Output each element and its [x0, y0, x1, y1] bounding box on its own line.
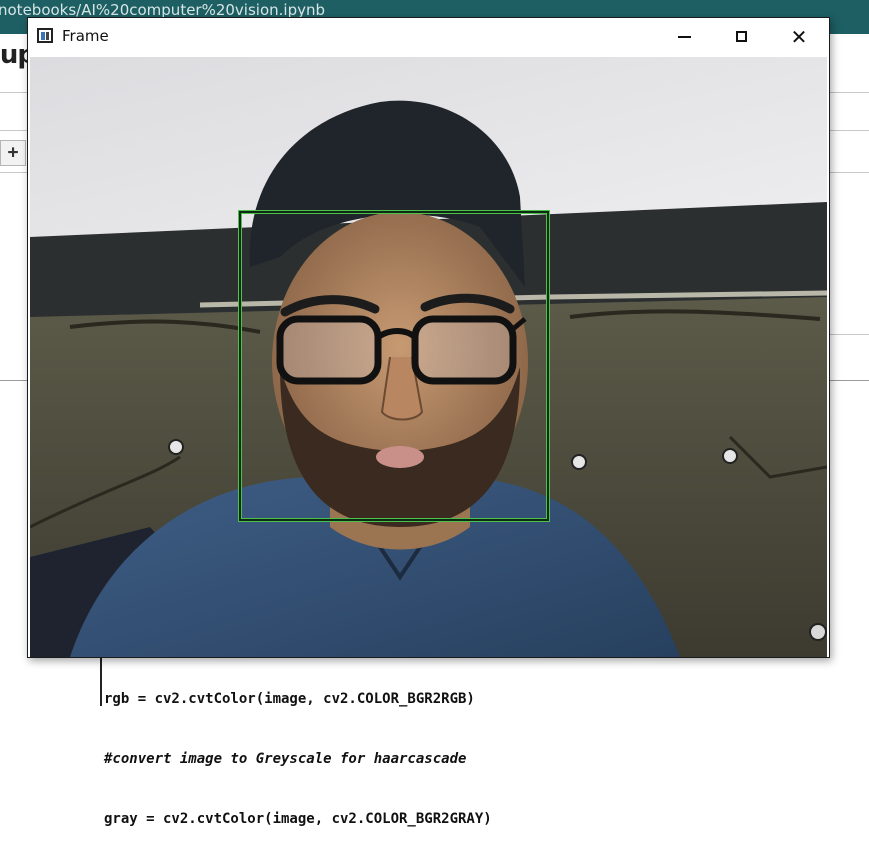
minimize-icon: [677, 35, 691, 38]
app-icon: [37, 28, 53, 43]
code-line: gray = cv2.cvtColor(image, cv2.COLOR_BGR…: [104, 811, 492, 827]
frame-window[interactable]: Frame ✕: [27, 17, 830, 658]
webcam-frame: [30, 57, 827, 657]
window-title: Frame: [62, 27, 109, 45]
code-line: rgb = cv2.cvtColor(image, cv2.COLOR_BGR2…: [104, 691, 475, 707]
code-cell[interactable]: rgb = cv2.cvtColor(image, cv2.COLOR_BGR2…: [104, 649, 804, 849]
close-icon: ✕: [790, 24, 808, 49]
window-titlebar[interactable]: Frame ✕: [28, 18, 829, 56]
maximize-icon: [735, 31, 747, 42]
close-button[interactable]: ✕: [771, 18, 827, 55]
minimize-button[interactable]: [656, 18, 712, 55]
maximize-button[interactable]: [713, 18, 769, 55]
divider: [830, 334, 869, 335]
face-detection-box: [239, 211, 549, 521]
code-line: #convert image to Greyscale for haarcasc…: [104, 751, 467, 767]
add-cell-button[interactable]: +: [0, 140, 26, 166]
code-cell-gutter: [100, 655, 102, 706]
